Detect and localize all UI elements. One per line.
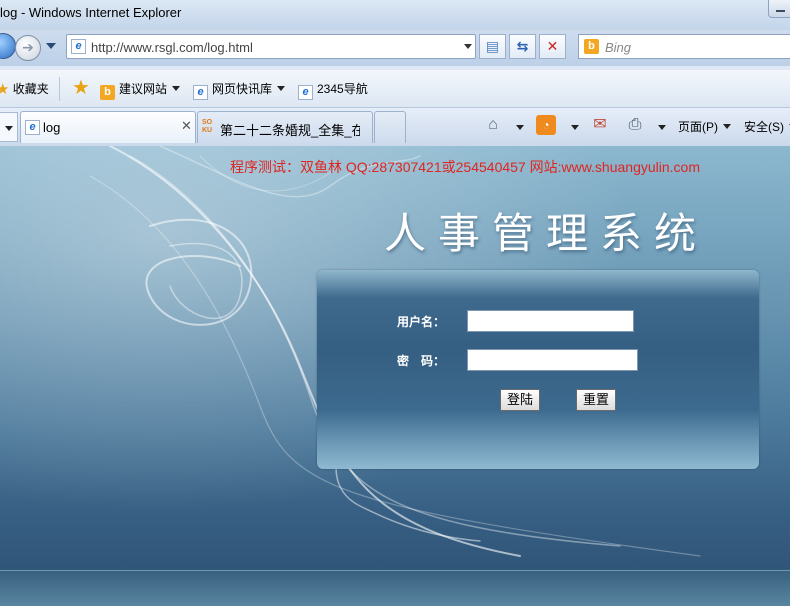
password-label: 密 码：: [397, 354, 446, 368]
home-icon[interactable]: ⌂: [481, 113, 505, 137]
window-title: log - Windows Internet Explorer: [0, 5, 182, 20]
fav-item-label: 2345导航: [317, 82, 368, 96]
page-menu[interactable]: 页面(P): [678, 118, 731, 135]
fav-item-suggested-sites[interactable]: b 建议网站: [100, 80, 181, 100]
compatibility-view-button[interactable]: ▤: [479, 34, 506, 59]
login-panel: 用户名： 密 码： 登陆 重置: [317, 270, 759, 469]
navigation-bar: ➔ e http://www.rsgl.com/log.html ▤ ⇆ ✕ b…: [0, 30, 790, 66]
fav-item-label: 建议网站: [119, 82, 168, 96]
divider: [59, 77, 60, 101]
search-box[interactable]: b Bing: [578, 34, 790, 59]
mail-icon[interactable]: ✉: [588, 113, 612, 137]
stop-button[interactable]: ✕: [539, 34, 566, 59]
bing-icon: b: [584, 39, 599, 54]
soku-icon: SO KU: [202, 119, 213, 134]
ie-icon: e: [193, 85, 208, 100]
add-favorite-icon[interactable]: ★: [68, 76, 94, 100]
tab-bar: e log ✕ SO KU 第二十二条婚规_全集_在... ⌂ ◔ ✉ ⎙ 页面(…: [0, 108, 790, 146]
feeds-icon[interactable]: ◔: [536, 115, 556, 135]
chevron-down-icon[interactable]: [658, 125, 666, 130]
forward-button[interactable]: ➔: [15, 35, 41, 61]
search-placeholder[interactable]: Bing: [605, 40, 631, 55]
fav-item-web-slice-gallery[interactable]: e 网页快讯库: [193, 80, 286, 100]
ie-icon: e: [25, 120, 40, 135]
chevron-down-icon: [723, 124, 731, 129]
minimize-button[interactable]: [768, 0, 790, 18]
footer-band: [0, 570, 790, 606]
address-bar[interactable]: e http://www.rsgl.com/log.html: [66, 34, 476, 59]
bing-icon: b: [100, 85, 115, 100]
back-button[interactable]: [0, 33, 16, 59]
fav-item-label: 网页快讯库: [212, 82, 273, 96]
new-tab-button[interactable]: [374, 111, 406, 143]
refresh-button[interactable]: ⇆: [509, 34, 536, 59]
fav-item-2345-nav[interactable]: e 2345导航: [298, 80, 368, 100]
close-icon[interactable]: ✕: [181, 118, 192, 134]
favorites-bar: ★ 收藏夹 ★ b 建议网站 e 网页快讯库 e 2345导航: [0, 70, 790, 108]
address-url[interactable]: http://www.rsgl.com/log.html: [91, 40, 253, 55]
chevron-down-icon: [172, 86, 181, 91]
username-label: 用户名：: [397, 315, 446, 329]
chevron-down-icon: [277, 86, 286, 91]
address-dropdown-icon[interactable]: [464, 44, 472, 49]
print-icon[interactable]: ⎙: [623, 113, 647, 137]
page-content: 程序测试：双鱼林 QQ:287307421或254540457 网站:www.s…: [0, 146, 790, 606]
chevron-down-icon[interactable]: [516, 125, 524, 130]
system-title: 人事管理系统: [384, 209, 709, 258]
favorites-button[interactable]: ★ 收藏夹: [0, 80, 49, 98]
chevron-down-icon[interactable]: [571, 125, 579, 130]
password-input[interactable]: [467, 349, 638, 371]
tab-log[interactable]: e log ✕: [20, 111, 196, 143]
tab-label: 第二十二条婚规_全集_在...: [220, 123, 360, 138]
history-dropdown[interactable]: [46, 43, 56, 49]
page-icon: e: [71, 39, 86, 54]
page-menu-label: 页面(P): [678, 120, 718, 134]
login-button[interactable]: 登陆: [500, 389, 541, 411]
star-icon: ★: [0, 81, 10, 98]
tab-soku[interactable]: SO KU 第二十二条婚规_全集_在...: [197, 111, 373, 143]
reset-button[interactable]: 重置: [576, 389, 617, 411]
tab-label: log: [43, 120, 61, 135]
ie-icon: e: [298, 85, 313, 100]
tab-list-button[interactable]: [0, 112, 18, 142]
safety-menu-label: 安全(S): [744, 120, 784, 134]
window-titlebar: log - Windows Internet Explorer: [0, 0, 790, 30]
favorites-label: 收藏夹: [12, 82, 49, 96]
credit-text: 程序测试：双鱼林 QQ:287307421或254540457 网站:www.s…: [230, 159, 700, 175]
safety-menu[interactable]: 安全(S): [744, 118, 790, 135]
username-input[interactable]: [467, 310, 634, 332]
